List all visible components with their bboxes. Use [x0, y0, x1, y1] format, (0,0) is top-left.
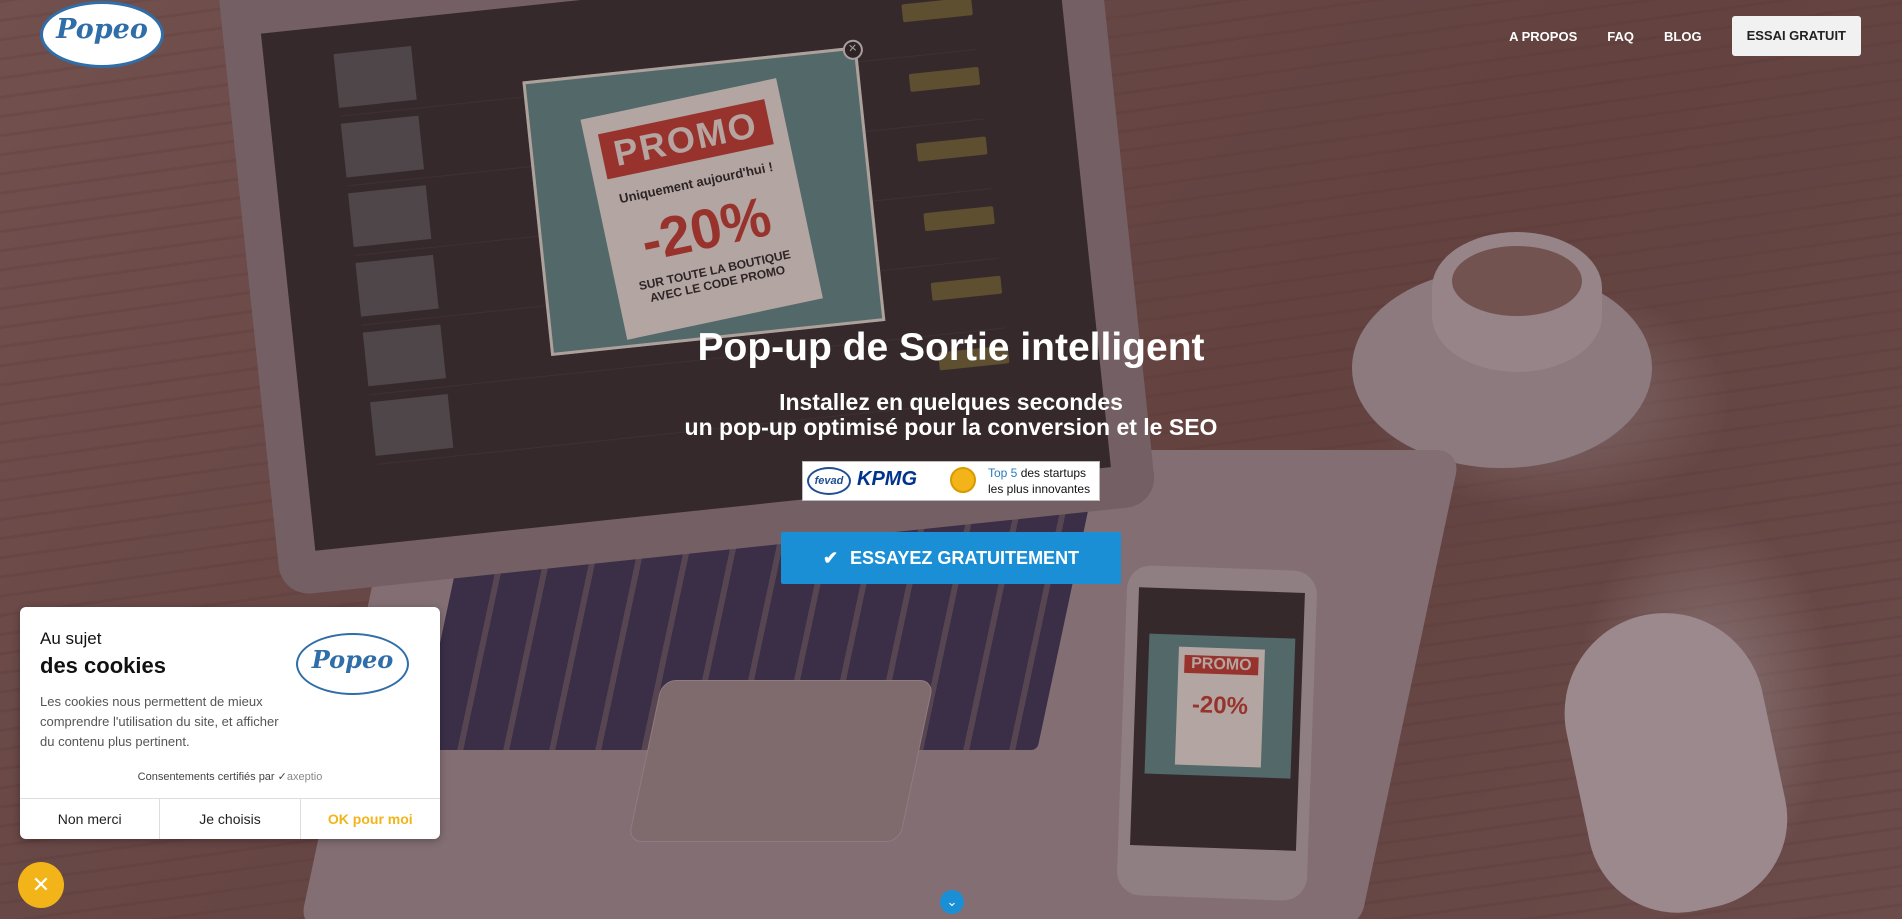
- hero-subtitle: Installez en quelques secondes un pop-up…: [0, 390, 1902, 440]
- je-choisis-button[interactable]: Je choisis: [160, 799, 301, 839]
- hero-subtitle-line2: un pop-up optimisé pour la conversion et…: [684, 414, 1218, 440]
- cookie-logo-text: Popeo: [311, 645, 394, 674]
- essayez-gratuitement-button[interactable]: ✔ ESSAYEZ GRATUITEMENT: [781, 532, 1121, 584]
- badge-top5: Top 5: [988, 466, 1018, 480]
- nav-link-a-propos[interactable]: A PROPOS: [1509, 29, 1577, 44]
- axeptio-check-icon: ✓: [277, 771, 287, 783]
- medal-icon: [950, 467, 976, 493]
- close-icon[interactable]: ✕: [18, 862, 64, 908]
- hero-subtitle-line1: Installez en quelques secondes: [779, 389, 1123, 415]
- badge-line1: Top 5 des startups: [988, 466, 1086, 480]
- cookie-title-line1: Au sujet: [40, 629, 102, 648]
- cta-label: ESSAYEZ GRATUITEMENT: [850, 547, 1080, 568]
- kpmg-logo: KPMG: [857, 468, 917, 490]
- hero-title: Pop-up de Sortie intelligent: [697, 326, 1205, 369]
- non-merci-button[interactable]: Non merci: [20, 799, 161, 839]
- cookie-certification: Consentements certifiés par ✓axeptio: [20, 770, 440, 783]
- essai-gratuit-button[interactable]: ESSAI GRATUIT: [1731, 16, 1861, 56]
- chevron-down-icon[interactable]: ⌄: [940, 890, 964, 914]
- cookie-body: Les cookies nous permettent de mieux com…: [40, 694, 279, 749]
- nav-link-faq[interactable]: FAQ: [1607, 29, 1634, 44]
- top-nav: A PROPOS FAQ BLOG ESSAI GRATUIT: [1509, 16, 1861, 56]
- nav-link-blog[interactable]: BLOG: [1664, 29, 1702, 44]
- cookie-logo: Popeo: [296, 633, 409, 695]
- logo-text: Popeo: [56, 14, 148, 45]
- site-logo[interactable]: Popeo: [40, 1, 164, 68]
- awards-badge: fevad KPMG Top 5 des startups les plus i…: [802, 461, 1100, 501]
- axeptio-brand: axeptio: [286, 771, 323, 783]
- cookie-title-line2: des cookies: [40, 653, 166, 678]
- cookie-consent-panel: Au sujet des cookies Popeo Les cookies n…: [20, 607, 440, 839]
- check-icon: ✔: [822, 547, 839, 568]
- badge-line2: les plus innovantes: [988, 482, 1091, 496]
- ok-pour-moi-button[interactable]: OK pour moi: [301, 799, 440, 839]
- cookie-buttons: Non merci Je choisis OK pour moi: [20, 798, 440, 839]
- badge-line1-rest: des startups: [1017, 466, 1087, 480]
- fevad-logo: fevad: [807, 467, 851, 495]
- cookie-cert-prefix: Consentements certifiés par: [137, 771, 275, 783]
